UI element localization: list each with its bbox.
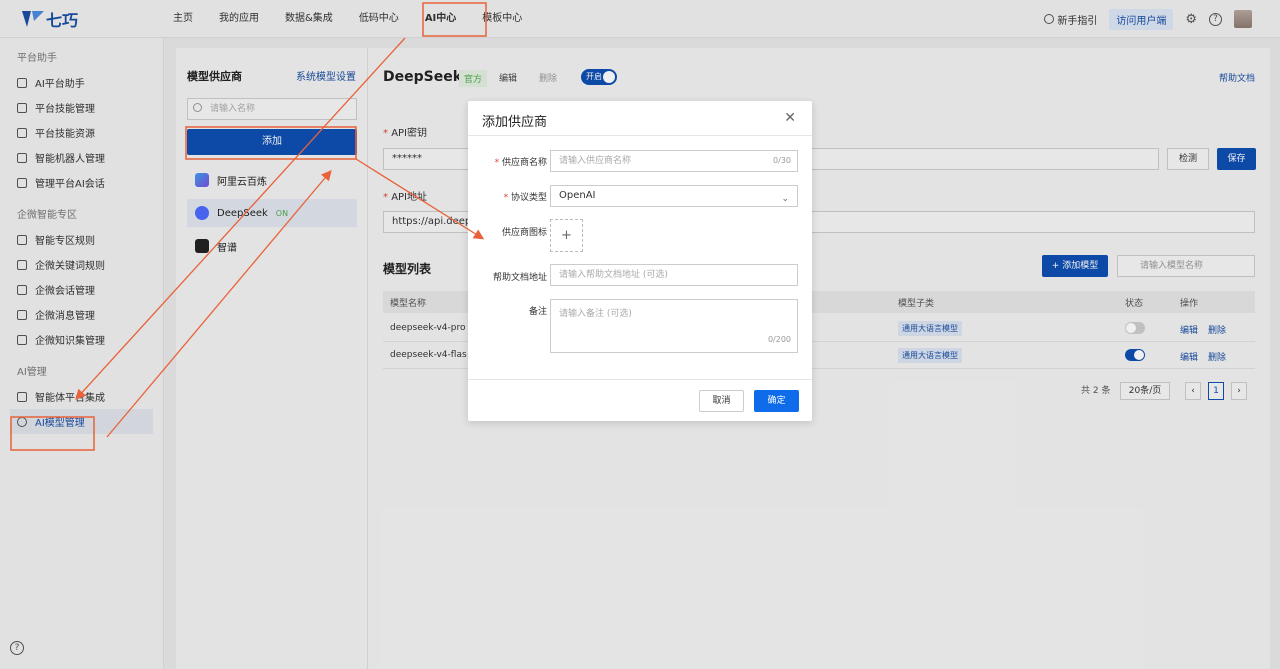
remark-textarea[interactable]: 请输入备注 (可选) 0/200 xyxy=(550,299,798,353)
doc-url-input[interactable]: 请输入帮助文档地址 (可选) xyxy=(550,264,798,286)
provider-icon-label: 供应商图标 xyxy=(501,228,547,238)
icon-upload-button[interactable]: + xyxy=(550,219,583,252)
add-provider-dialog: 添加供应商 ✕ * 供应商名称 请输入供应商名称 0/30 * 协议类型 Open… xyxy=(468,101,812,421)
dialog-title: 添加供应商 xyxy=(482,115,548,130)
divider xyxy=(468,379,812,380)
chevron-down-icon: ⌄ xyxy=(781,194,789,204)
provider-name-label: * 供应商名称 xyxy=(494,158,547,168)
remark-label: 备注 xyxy=(528,307,547,317)
protocol-label: * 协议类型 xyxy=(503,193,547,203)
doc-url-label: 帮助文档地址 xyxy=(492,273,547,283)
provider-name-input[interactable]: 请输入供应商名称 0/30 xyxy=(550,150,798,172)
confirm-button[interactable]: 确定 xyxy=(754,390,799,412)
cancel-button[interactable]: 取消 xyxy=(699,390,744,412)
close-icon[interactable]: ✕ xyxy=(784,110,796,126)
protocol-select[interactable]: OpenAI ⌄ xyxy=(550,185,798,207)
divider xyxy=(468,135,812,136)
